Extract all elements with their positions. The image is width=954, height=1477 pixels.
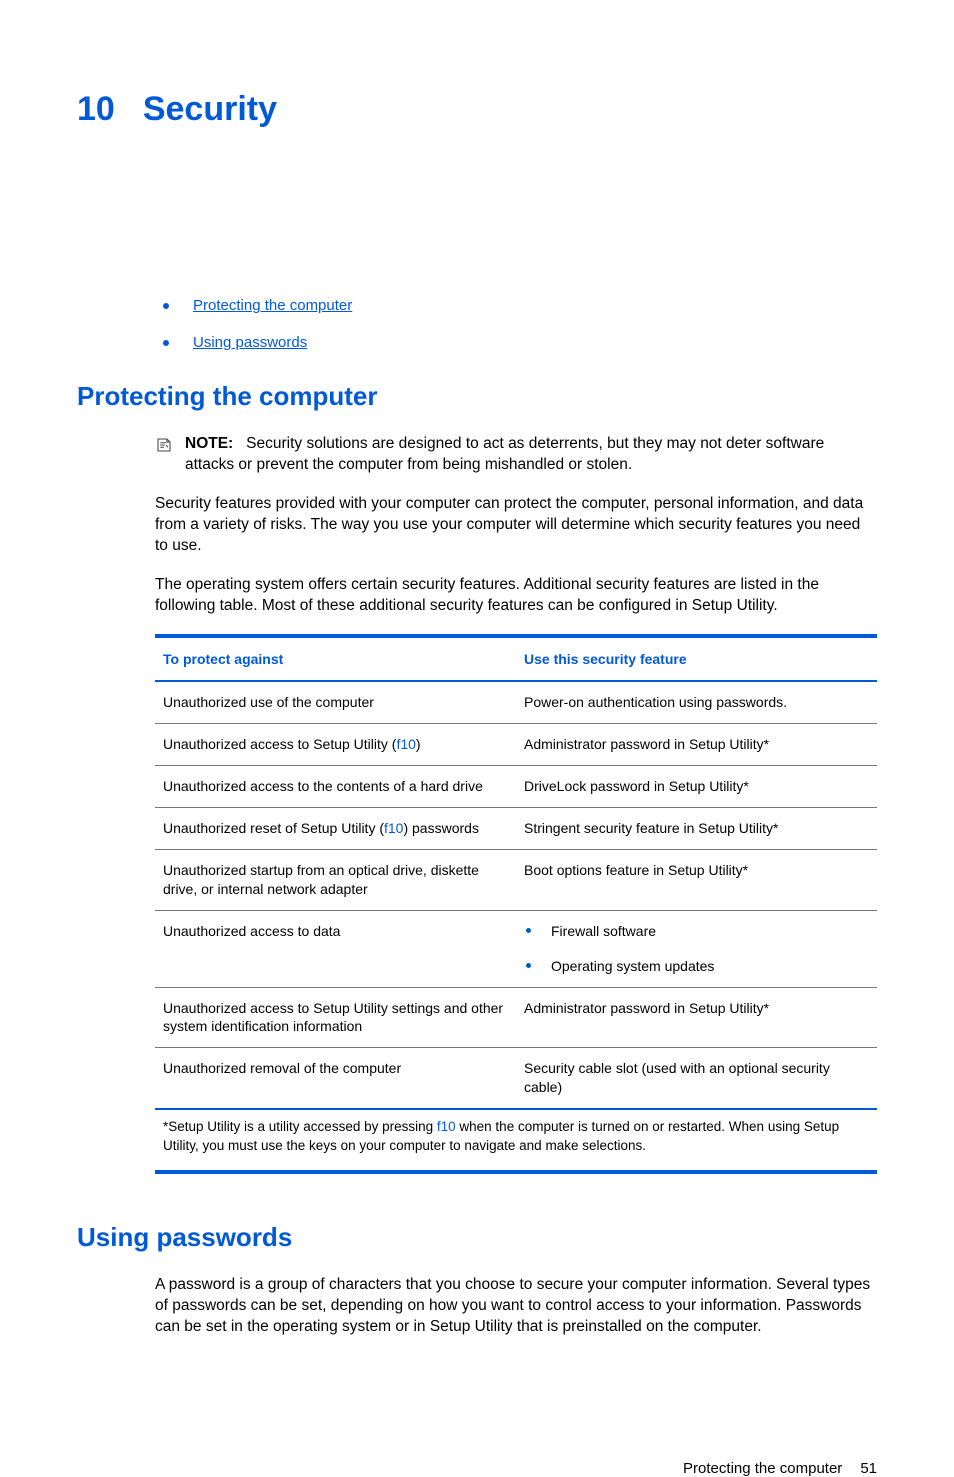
table-cell: Unauthorized removal of the computer bbox=[155, 1048, 516, 1109]
table-row: Unauthorized startup from an optical dri… bbox=[155, 850, 877, 911]
table-row: Unauthorized access to Setup Utility (f1… bbox=[155, 724, 877, 766]
table-footnote: *Setup Utility is a utility accessed by … bbox=[155, 1109, 877, 1172]
table-row: Unauthorized access to Setup Utility set… bbox=[155, 987, 877, 1048]
paragraph: Security features provided with your com… bbox=[155, 494, 877, 557]
table-cell: Stringent security feature in Setup Util… bbox=[516, 808, 877, 850]
table-cell: Unauthorized use of the computer bbox=[155, 681, 516, 723]
note-body: Security solutions are designed to act a… bbox=[185, 435, 824, 473]
bullet-icon bbox=[526, 928, 531, 933]
table-cell: Unauthorized access to Setup Utility set… bbox=[155, 987, 516, 1048]
chapter-title: 10 Security bbox=[77, 90, 877, 129]
table-cell: Power-on authentication using passwords. bbox=[516, 681, 877, 723]
f10-link[interactable]: f10 bbox=[396, 736, 415, 752]
table-cell: Administrator password in Setup Utility* bbox=[516, 724, 877, 766]
table-cell: Firewall software Operating system updat… bbox=[516, 910, 877, 987]
f10-link[interactable]: f10 bbox=[437, 1119, 456, 1134]
heading-protecting: Protecting the computer bbox=[77, 381, 877, 412]
table-row: Unauthorized reset of Setup Utility (f10… bbox=[155, 808, 877, 850]
heading-passwords: Using passwords bbox=[77, 1222, 877, 1253]
bullet-icon bbox=[526, 963, 531, 968]
cell-bullet-list: Firewall software Operating system updat… bbox=[524, 922, 869, 976]
table-cell: Administrator password in Setup Utility* bbox=[516, 987, 877, 1048]
table-header-col2: Use this security feature bbox=[516, 636, 877, 681]
table-cell: Unauthorized access to data bbox=[155, 910, 516, 987]
toc-item: Protecting the computer bbox=[163, 297, 877, 314]
list-item: Firewall software bbox=[524, 922, 869, 941]
paragraph: A password is a group of characters that… bbox=[155, 1275, 877, 1338]
toc-link-protecting[interactable]: Protecting the computer bbox=[193, 297, 352, 314]
list-item: Operating system updates bbox=[524, 957, 869, 976]
table-cell: Unauthorized access to the contents of a… bbox=[155, 766, 516, 808]
table-row: Unauthorized access to the contents of a… bbox=[155, 766, 877, 808]
footer-page-number: 51 bbox=[860, 1460, 877, 1477]
note-text: NOTE: Security solutions are designed to… bbox=[107, 434, 877, 476]
section-body: NOTE: Security solutions are designed to… bbox=[155, 434, 877, 1174]
table-cell: Unauthorized startup from an optical dri… bbox=[155, 850, 516, 911]
security-table: To protect against Use this security fea… bbox=[155, 634, 877, 1173]
table-cell: Security cable slot (used with an option… bbox=[516, 1048, 877, 1109]
table-cell: DriveLock password in Setup Utility* bbox=[516, 766, 877, 808]
section-body: A password is a group of characters that… bbox=[155, 1275, 877, 1338]
note-block: NOTE: Security solutions are designed to… bbox=[155, 434, 877, 476]
table-row: Unauthorized use of the computer Power-o… bbox=[155, 681, 877, 723]
table-cell: Unauthorized access to Setup Utility (f1… bbox=[155, 724, 516, 766]
page-footer: Protecting the computer 51 bbox=[0, 1406, 954, 1477]
toc-item: Using passwords bbox=[163, 334, 877, 351]
table-row: Unauthorized access to data Firewall sof… bbox=[155, 910, 877, 987]
section-toc: Protecting the computer Using passwords bbox=[163, 297, 877, 351]
toc-link-passwords[interactable]: Using passwords bbox=[193, 334, 307, 351]
chapter-name: Security bbox=[143, 90, 277, 128]
table-cell: Boot options feature in Setup Utility* bbox=[516, 850, 877, 911]
page: 10 Security Protecting the computer Using… bbox=[0, 0, 954, 1406]
table-header-row: To protect against Use this security fea… bbox=[155, 636, 877, 681]
chapter-number: 10 bbox=[77, 90, 115, 129]
paragraph: The operating system offers certain secu… bbox=[155, 575, 877, 617]
bullet-icon bbox=[163, 340, 169, 346]
table-header-col1: To protect against bbox=[155, 636, 516, 681]
table-footnote-row: *Setup Utility is a utility accessed by … bbox=[155, 1109, 877, 1172]
bullet-icon bbox=[163, 303, 169, 309]
f10-link[interactable]: f10 bbox=[384, 820, 403, 836]
footer-section: Protecting the computer bbox=[683, 1460, 842, 1477]
note-label: NOTE: bbox=[185, 435, 233, 452]
table-row: Unauthorized removal of the computer Sec… bbox=[155, 1048, 877, 1109]
table-cell: Unauthorized reset of Setup Utility (f10… bbox=[155, 808, 516, 850]
